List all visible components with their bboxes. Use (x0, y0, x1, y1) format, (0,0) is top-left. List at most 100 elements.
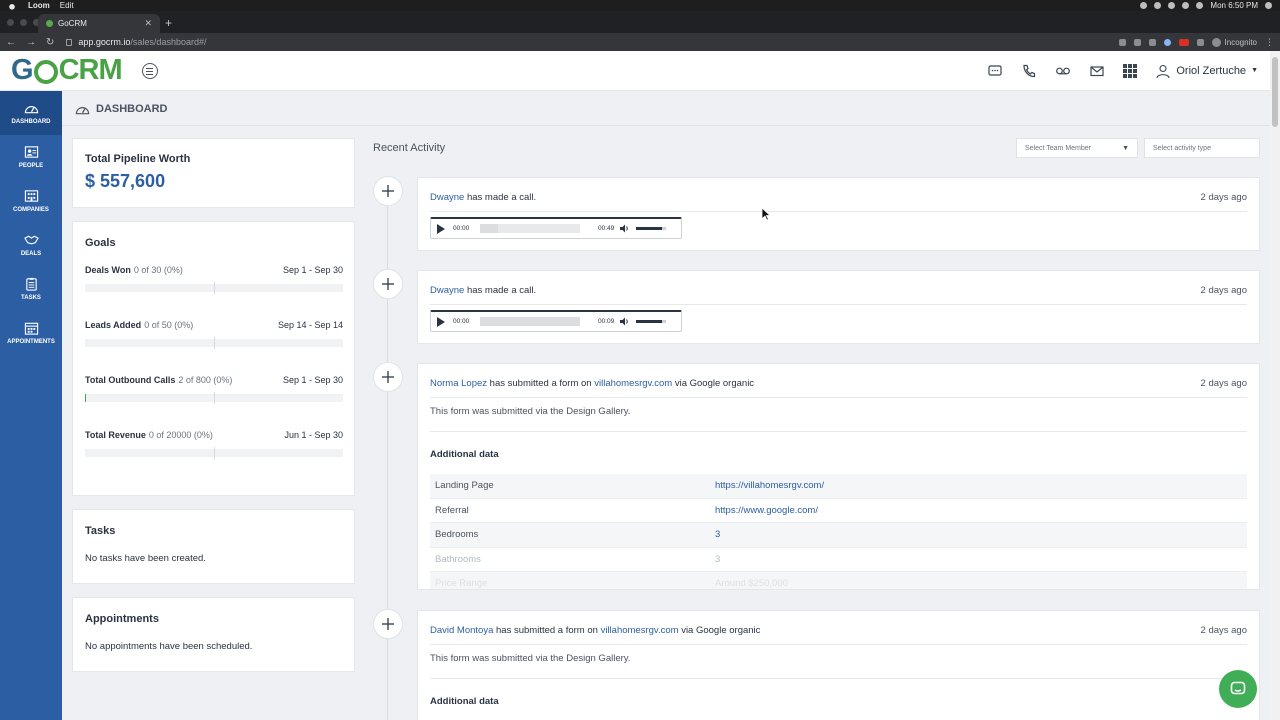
page-scrollbar[interactable] (1270, 51, 1280, 720)
favicon-icon (46, 20, 53, 27)
add-activity-button[interactable] (373, 176, 403, 206)
chat-bubble-icon (1230, 681, 1246, 695)
browser-tab[interactable]: GoCRM ✕ (38, 14, 160, 33)
scrollbar-thumb[interactable] (1272, 57, 1278, 127)
dashboard-icon (24, 105, 38, 114)
browser-tab-strip: GoCRM ✕ + (0, 11, 1280, 33)
volume-icon[interactable] (620, 224, 630, 233)
sidebar-item-people[interactable]: PEOPLE (0, 135, 62, 179)
menubar-app-name[interactable]: Loom (28, 1, 50, 10)
volume-slider[interactable] (636, 227, 663, 230)
pipeline-card: Total Pipeline Worth $ 557,600 (72, 138, 355, 208)
tasks-empty-message: No tasks have been created. (85, 553, 206, 564)
browser-menu-icon[interactable]: ⋮ (1265, 37, 1274, 48)
menu-toggle-icon[interactable] (141, 62, 158, 79)
tray-icon[interactable] (1154, 2, 1162, 9)
apple-icon[interactable] (8, 2, 16, 10)
apps-grid-icon[interactable] (1123, 63, 1138, 78)
activity-site-link[interactable]: villahomesrgv.com (601, 625, 679, 636)
gocrm-logo[interactable]: G CRM (11, 54, 123, 87)
add-activity-button[interactable] (373, 609, 403, 639)
add-activity-button[interactable] (373, 362, 403, 392)
minimize-window-button[interactable] (20, 19, 27, 26)
activity-user-link[interactable]: Dwayne (430, 192, 464, 203)
divider (430, 397, 1247, 398)
browser-toolbar: ← → ↻ app.gocrm.io /sales/dashboard#/ In… (0, 33, 1280, 51)
activity-type-select[interactable]: Select activity type (1144, 138, 1260, 158)
team-member-placeholder: Select Team Member (1025, 144, 1092, 152)
mail-icon[interactable] (1089, 63, 1105, 79)
field-value: 3 (715, 553, 721, 565)
activity-action: has made a call. (466, 192, 537, 203)
search-icon[interactable] (1265, 2, 1272, 9)
sidebar-item-label: APPOINTMENTS (7, 339, 55, 345)
volume-icon[interactable] (1196, 2, 1204, 9)
plus-icon (382, 618, 394, 630)
menubar-edit[interactable]: Edit (60, 1, 74, 10)
translate-icon[interactable] (1118, 38, 1126, 46)
goal-midpoint-marker (214, 337, 215, 349)
field-value[interactable]: https://www.google.com/ (715, 505, 818, 516)
activity-action: has submitted a form on (489, 378, 592, 389)
close-window-button[interactable] (7, 19, 14, 26)
activity-site-link[interactable]: villahomesrgv.com (594, 378, 672, 389)
goal-midpoint-marker (214, 392, 215, 404)
audio-seek-bar[interactable] (480, 224, 580, 233)
sidebar-item-label: TASKS (21, 295, 41, 301)
goal-item: Total Outbound Calls 2 of 800 (0%) Sep 1 -… (85, 375, 343, 404)
field-value: 3 (715, 529, 721, 541)
tray-icon[interactable] (1168, 2, 1176, 9)
tasks-title: Tasks (85, 525, 116, 537)
tray-icon[interactable] (1140, 2, 1148, 9)
play-icon[interactable] (437, 316, 445, 327)
reload-icon[interactable]: ↻ (46, 37, 54, 48)
forward-icon[interactable]: → (26, 37, 36, 48)
back-icon[interactable]: ← (6, 37, 16, 48)
audio-duration: 00:09 (598, 318, 615, 325)
lock-icon (66, 38, 73, 46)
sidebar-item-companies[interactable]: COMPANIES (0, 179, 62, 223)
goal-dates: Jun 1 - Sep 30 (284, 430, 343, 440)
chat-icon[interactable] (987, 63, 1003, 79)
activity-time: 2 days ago (1200, 625, 1247, 636)
incognito-badge[interactable]: Incognito (1211, 37, 1257, 47)
macos-menubar: Loom Edit Mon 6:50 PM (0, 0, 1280, 11)
activity-action: has made a call. (466, 285, 537, 296)
chat-widget-button[interactable] (1219, 670, 1257, 708)
appointments-empty-message: No appointments have been scheduled. (85, 641, 253, 652)
extension-icon[interactable] (1178, 38, 1189, 46)
play-icon[interactable] (437, 223, 445, 234)
volume-icon[interactable] (620, 317, 630, 326)
phone-icon[interactable] (1021, 63, 1037, 79)
header-actions: Oriol Zertuche ▼ (987, 63, 1258, 79)
bookmark-star-icon[interactable] (1163, 38, 1171, 46)
goal-progress-bar (85, 447, 343, 459)
close-tab-icon[interactable]: ✕ (144, 18, 152, 29)
team-member-select[interactable]: Select Team Member ▼ (1016, 138, 1138, 158)
activity-user-link[interactable]: David Montoya (430, 625, 493, 636)
goal-progress: 0 of 20000 (0%) (148, 430, 213, 440)
activity-source: via Google organic (674, 378, 755, 389)
puzzle-icon[interactable] (1196, 38, 1204, 46)
add-activity-button[interactable] (373, 269, 403, 299)
new-tab-button[interactable]: + (165, 16, 172, 30)
activity-user-link[interactable]: Dwayne (430, 285, 464, 296)
activity-user-link[interactable]: Norma Lopez (430, 378, 487, 389)
address-bar[interactable]: app.gocrm.io /sales/dashboard#/ (66, 37, 206, 47)
additional-data-heading: Additional data (430, 696, 499, 707)
audio-seek-bar[interactable] (480, 317, 580, 326)
sidebar-item-deals[interactable]: DEALS (0, 223, 62, 267)
sidebar-item-appointments[interactable]: APPOINTMENTS (0, 311, 62, 355)
pipeline-label: Total Pipeline Worth (85, 153, 191, 165)
menubar-clock[interactable]: Mon 6:50 PM (1210, 1, 1258, 10)
zoom-icon[interactable] (1133, 38, 1141, 46)
wifi-icon[interactable] (1182, 2, 1190, 9)
eye-off-icon[interactable] (1148, 38, 1156, 46)
sidebar-item-tasks[interactable]: TASKS (0, 267, 62, 311)
voicemail-icon[interactable] (1055, 63, 1071, 79)
goal-midpoint-marker (214, 447, 215, 459)
user-menu[interactable]: Oriol Zertuche ▼ (1155, 63, 1258, 79)
field-value[interactable]: https://villahomesrgv.com/ (715, 480, 824, 491)
volume-slider[interactable] (636, 320, 663, 323)
sidebar-item-dashboard[interactable]: DASHBOARD (0, 91, 62, 135)
